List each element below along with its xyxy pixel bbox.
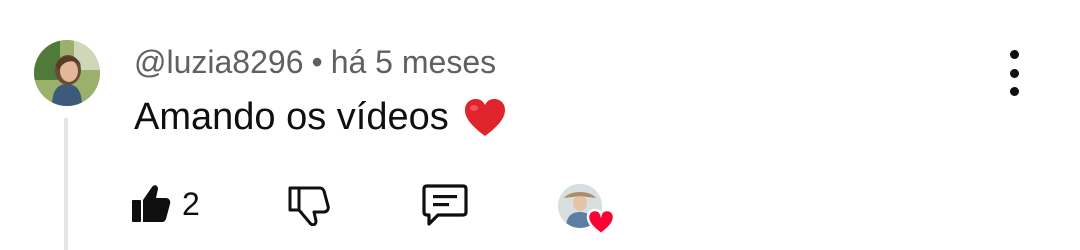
red-heart-emoji-icon: [463, 98, 507, 138]
comment-body: Amando os vídeos: [134, 96, 507, 139]
thumbs-down-icon: [288, 186, 330, 226]
avatar[interactable]: [34, 40, 100, 106]
creator-heart[interactable]: [558, 184, 616, 236]
thumbs-up-icon: [132, 185, 171, 222]
comment-timestamp[interactable]: há 5 meses: [331, 44, 496, 80]
like-button[interactable]: 2: [128, 182, 200, 226]
thread-line: [64, 118, 68, 250]
comment-meta: @luzia8296 • há 5 meses: [134, 44, 496, 81]
reply-button[interactable]: [420, 182, 470, 228]
heart-icon: [586, 208, 616, 236]
avatar-photo: [34, 40, 100, 106]
more-dot: [1009, 68, 1019, 78]
more-dot: [1009, 87, 1019, 96]
more-vertical-icon: [1009, 50, 1019, 59]
more-options-button[interactable]: [994, 50, 1034, 96]
meta-separator: •: [311, 44, 323, 80]
like-count: 2: [182, 185, 200, 222]
comment-text: Amando os vídeos: [134, 96, 449, 138]
reply-icon: [422, 184, 468, 226]
dislike-button[interactable]: [286, 182, 330, 226]
author-handle[interactable]: @luzia8296: [134, 44, 303, 80]
